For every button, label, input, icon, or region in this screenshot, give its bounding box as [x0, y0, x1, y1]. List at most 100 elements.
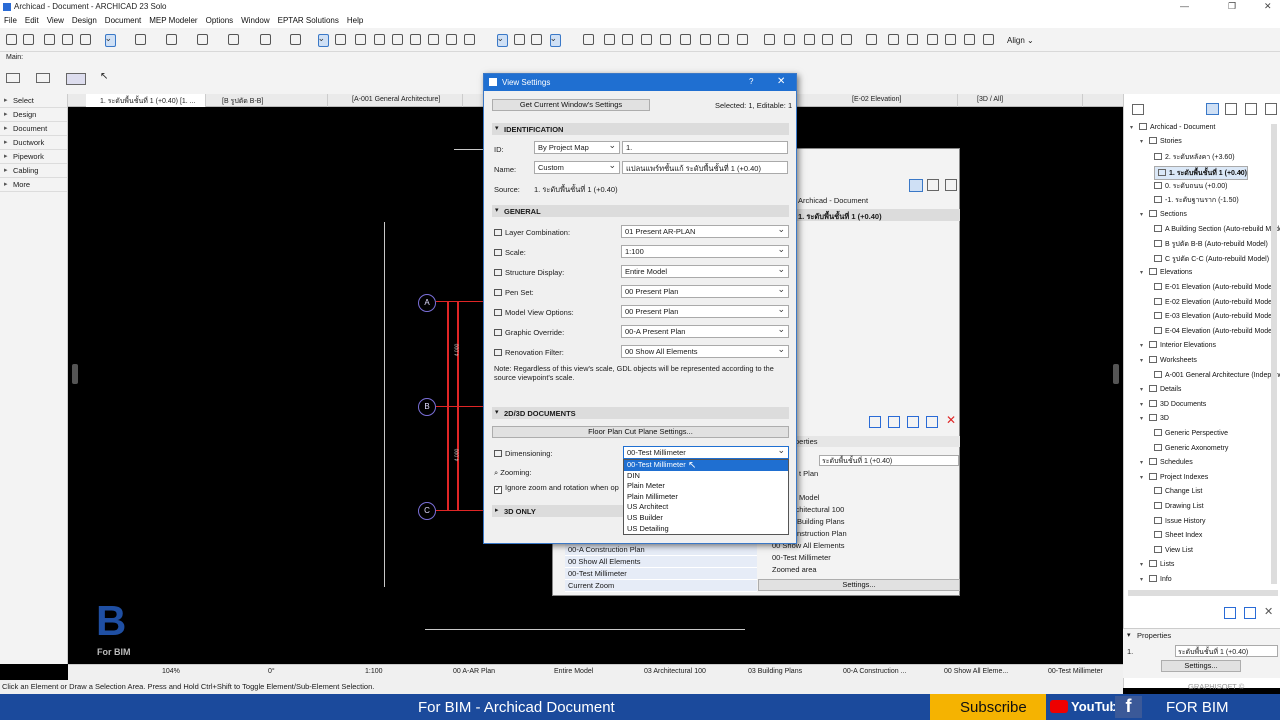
pick-icon[interactable] — [44, 34, 55, 45]
tree-item[interactable]: -1. ระดับฐานราก (-1.50) — [1154, 195, 1239, 209]
tree-scrollbar[interactable] — [1271, 124, 1277, 584]
ignore-zoom-checkbox[interactable]: ✓ — [494, 486, 502, 494]
tree-item[interactable]: Generic Axonometry — [1154, 443, 1228, 458]
tree-item[interactable]: Issue History — [1154, 516, 1205, 531]
undo-icon[interactable] — [6, 34, 17, 45]
chevron-down-icon[interactable]: ▾ — [1140, 211, 1149, 218]
dropdown-option[interactable]: US Architect — [624, 502, 788, 513]
tree-folder[interactable]: ▾ Details — [1140, 385, 1181, 399]
cube-icon[interactable] — [822, 34, 833, 45]
hatch-icon[interactable] — [964, 34, 975, 45]
properties-settings-button[interactable]: Settings... — [1161, 660, 1241, 672]
renovation-value[interactable]: 00 Show All Eleme... — [944, 668, 1008, 675]
mirror-icon[interactable] — [604, 34, 615, 45]
dropdown-option[interactable]: 00-Test Millimeter — [624, 460, 788, 471]
grid-bubble-c[interactable]: C — [418, 502, 436, 520]
tree-item[interactable]: Sheet Index — [1154, 531, 1202, 545]
tree-item[interactable]: B รูปตัด B-B (Auto-rebuild Model) — [1154, 239, 1268, 253]
text-icon[interactable] — [907, 34, 918, 45]
structure-display-value[interactable]: Entire Model — [554, 668, 593, 675]
renovation-filter-select[interactable]: 00 Show All Elements — [621, 345, 789, 358]
mvo-value[interactable]: 03 Building Plans — [748, 668, 802, 675]
tree-root[interactable]: ▾ Archicad - Document — [1130, 123, 1215, 137]
tree-item[interactable]: Change List — [1154, 487, 1202, 501]
dim-icon[interactable] — [866, 34, 877, 45]
name-field[interactable]: ระดับพื้นชั้นที่ 1 (+0.40) — [819, 455, 959, 466]
toolbox-select[interactable]: Select — [0, 94, 67, 108]
chevron-down-icon[interactable]: ▾ — [1140, 561, 1149, 568]
clone-icon[interactable] — [945, 179, 957, 191]
tree-folder[interactable]: ▾ Interior Elevations — [1140, 341, 1216, 355]
chevron-down-icon[interactable]: ▾ — [1140, 138, 1149, 145]
tree-item[interactable]: A-001 General Architecture (Independent) — [1154, 370, 1280, 385]
view-settings-icon[interactable] — [1224, 607, 1236, 619]
dropdown-option[interactable]: Plain Meter — [624, 481, 788, 492]
tree-folder[interactable]: ▾ Lists — [1140, 560, 1174, 574]
layers-icon[interactable] — [784, 34, 795, 45]
name-mode-select[interactable]: Custom — [534, 161, 620, 174]
panel-handle-left[interactable] — [72, 364, 78, 384]
subscribe-button[interactable]: Subscribe — [930, 694, 1046, 720]
arrow-tool-icon[interactable] — [6, 73, 20, 83]
pointer-icon[interactable]: ↖ — [100, 71, 108, 82]
eyeball-icon[interactable] — [531, 34, 542, 45]
menu-options[interactable]: Options — [202, 14, 238, 25]
id-field[interactable]: 1. — [622, 141, 788, 154]
pen-set-select[interactable]: 00 Present Plan — [621, 285, 789, 298]
chevron-down-icon[interactable]: ▾ — [1140, 576, 1149, 583]
cursor-snap-icon[interactable] — [166, 34, 177, 45]
restore-icon[interactable]: ❐ — [1228, 1, 1236, 12]
view-map-icon[interactable] — [1225, 103, 1237, 115]
tree-folder[interactable]: ▾ Project Indexes — [1140, 472, 1208, 487]
mvo-icon[interactable] — [841, 34, 852, 45]
navigator-menu-icon[interactable] — [1132, 104, 1144, 115]
tree-folder[interactable]: ▾ 3D — [1140, 414, 1169, 428]
chevron-down-icon[interactable]: ▾ — [1140, 269, 1149, 276]
tree-item[interactable]: 0. ระดับถนน (+0.00) — [1154, 181, 1227, 195]
split-icon[interactable] — [464, 34, 475, 45]
settings-button[interactable]: Settings... — [758, 579, 960, 591]
view-icon[interactable] — [550, 34, 561, 47]
floor-plan-cut-plane-button[interactable]: Floor Plan Cut Plane Settings... — [492, 426, 789, 438]
elevate-icon[interactable] — [641, 34, 652, 45]
tab-floor-plan[interactable]: 1. ระดับพื้นชั้นที่ 1 (+0.40) [1. ... — [86, 94, 206, 107]
name-field[interactable]: แปลนแพร์ทชั้นแก้ ระดับพื้นชั้นที่ 1 (+0.… — [622, 161, 788, 174]
model-view-options-select[interactable]: 00 Present Plan — [621, 305, 789, 318]
get-current-settings-button[interactable]: Get Current Window's Settings — [492, 99, 650, 111]
suspend-groups-icon[interactable] — [260, 34, 271, 45]
dropdown-option[interactable]: US Detailing — [624, 524, 788, 535]
trace-icon[interactable] — [318, 34, 329, 47]
dropdown-option[interactable]: US Builder — [624, 513, 788, 524]
angle-value[interactable]: 0° — [268, 668, 275, 675]
dimension-value[interactable]: 00-Test Millimeter — [1048, 668, 1103, 675]
selection-tool-icon[interactable] — [497, 34, 508, 47]
ungroup-icon[interactable] — [737, 34, 748, 45]
tree-folder[interactable]: ▾ Stories — [1140, 137, 1182, 151]
project-map-icon[interactable] — [1206, 103, 1219, 115]
minimize-icon[interactable]: — — [1180, 1, 1189, 11]
tree-item[interactable]: E-02 Elevation (Auto-rebuild Model) — [1154, 297, 1276, 312]
align-icon[interactable] — [983, 34, 994, 45]
menu-mep-modeler[interactable]: MEP Modeler — [145, 14, 201, 25]
tree-item[interactable]: C รูปตัด C-C (Auto-rebuild Model) — [1154, 254, 1269, 268]
scale-select[interactable]: 1:100 — [621, 245, 789, 258]
publisher-icon[interactable] — [1265, 103, 1277, 115]
marquee-tool-icon[interactable] — [36, 73, 50, 83]
close-icon[interactable]: ✕ — [1264, 605, 1273, 618]
align-dist-icon[interactable] — [700, 34, 711, 45]
folder-arrow-icon[interactable] — [926, 416, 938, 428]
properties-icon[interactable] — [1244, 607, 1256, 619]
menu-document[interactable]: Document — [101, 14, 145, 25]
tree-item[interactable]: E-03 Elevation (Auto-rebuild Model) — [1154, 312, 1276, 326]
tree-folder[interactable]: ▾ Info — [1140, 575, 1172, 589]
chevron-down-icon[interactable]: ▾ — [1140, 342, 1149, 349]
layer-combination-value[interactable]: 00 A-AR Plan — [453, 668, 495, 675]
menu-item[interactable]: 00-Test Millimeter — [565, 568, 757, 580]
menu-eptar-solutions[interactable]: EPTAR Solutions — [274, 14, 343, 25]
tree-folder[interactable]: ▾ Worksheets — [1140, 356, 1197, 370]
identification-section[interactable]: IDENTIFICATION — [492, 123, 789, 135]
panel-handle-right[interactable] — [1113, 364, 1119, 384]
zoom-icon[interactable] — [392, 34, 403, 45]
pen-sets-icon[interactable] — [804, 34, 815, 45]
pen-icon[interactable] — [514, 34, 525, 45]
